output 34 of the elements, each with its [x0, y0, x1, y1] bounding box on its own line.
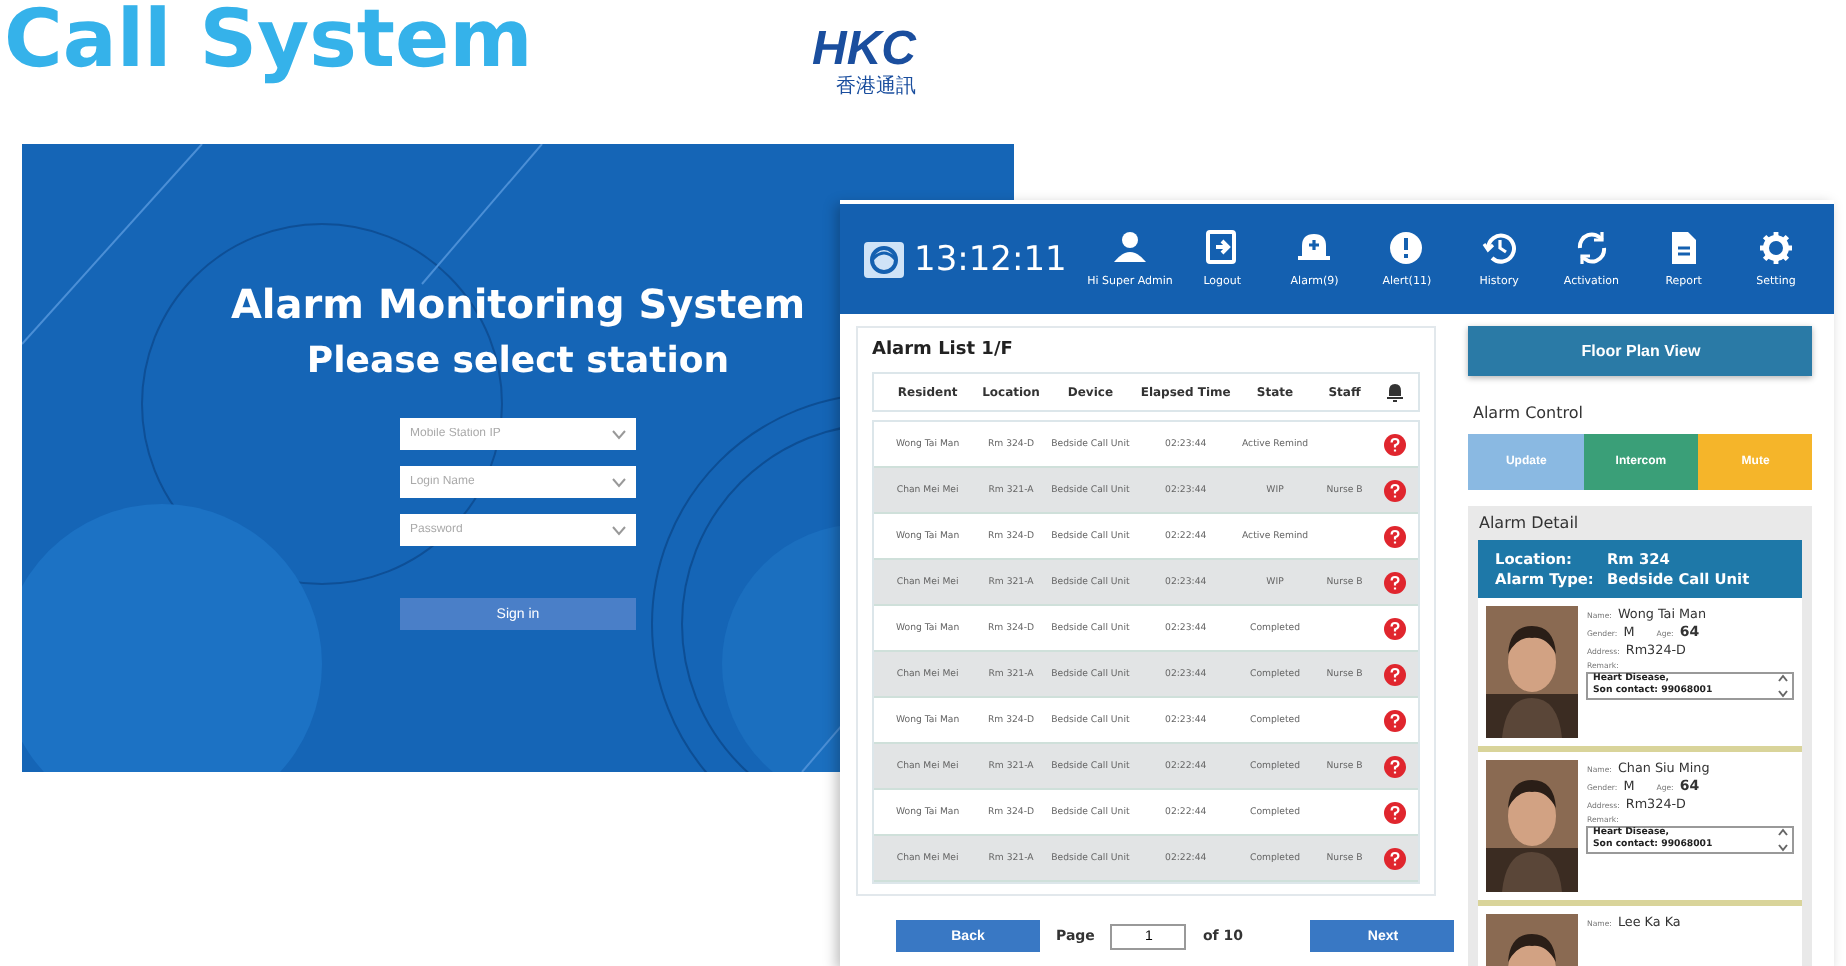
- bell-icon[interactable]: [1296, 230, 1333, 266]
- history-icon[interactable]: [1481, 230, 1518, 266]
- alarm-icon: [1383, 479, 1406, 501]
- chevron-down-icon: [612, 526, 626, 536]
- alarm-icon: [1383, 847, 1406, 869]
- scroll-arrows-icon: [1778, 828, 1789, 852]
- floor-plan-button[interactable]: Floor Plan View: [1468, 326, 1813, 376]
- settings-icon[interactable]: [1757, 230, 1794, 266]
- alarm-icon: [1383, 663, 1406, 685]
- alarm-icon: [1383, 433, 1406, 455]
- refresh-icon[interactable]: [1573, 230, 1610, 266]
- bell-icon: [1385, 382, 1404, 402]
- chevron-down-icon: [612, 478, 626, 488]
- section-title: Alarm Control: [1472, 404, 1585, 422]
- alarm-icon: [1383, 755, 1406, 777]
- login-title: Alarm Monitoring System: [230, 280, 806, 328]
- alarm-icon: [1383, 571, 1406, 593]
- scroll-arrows-icon: [1778, 674, 1789, 698]
- app-logo-icon: [864, 241, 904, 277]
- logout-icon[interactable]: [1204, 230, 1241, 266]
- logo: HKC: [812, 24, 916, 76]
- headline: Call System: [4, 0, 533, 88]
- alarm-icon: [1383, 801, 1406, 823]
- panel-title: Alarm List 1/F: [872, 340, 1015, 360]
- chevron-down-icon: [612, 430, 626, 440]
- exclamation-icon[interactable]: [1388, 230, 1425, 266]
- user-icon[interactable]: [1112, 230, 1148, 266]
- logo-subtitle: 香港通訊: [836, 76, 916, 100]
- clock-time: 13:12:11: [914, 239, 1067, 279]
- alarm-icon: [1383, 709, 1406, 731]
- login-subtitle: Please select station: [306, 340, 730, 382]
- section-title: Alarm Detail: [1478, 514, 1581, 532]
- alarm-icon: [1383, 617, 1406, 639]
- alarm-icon: [1383, 525, 1406, 547]
